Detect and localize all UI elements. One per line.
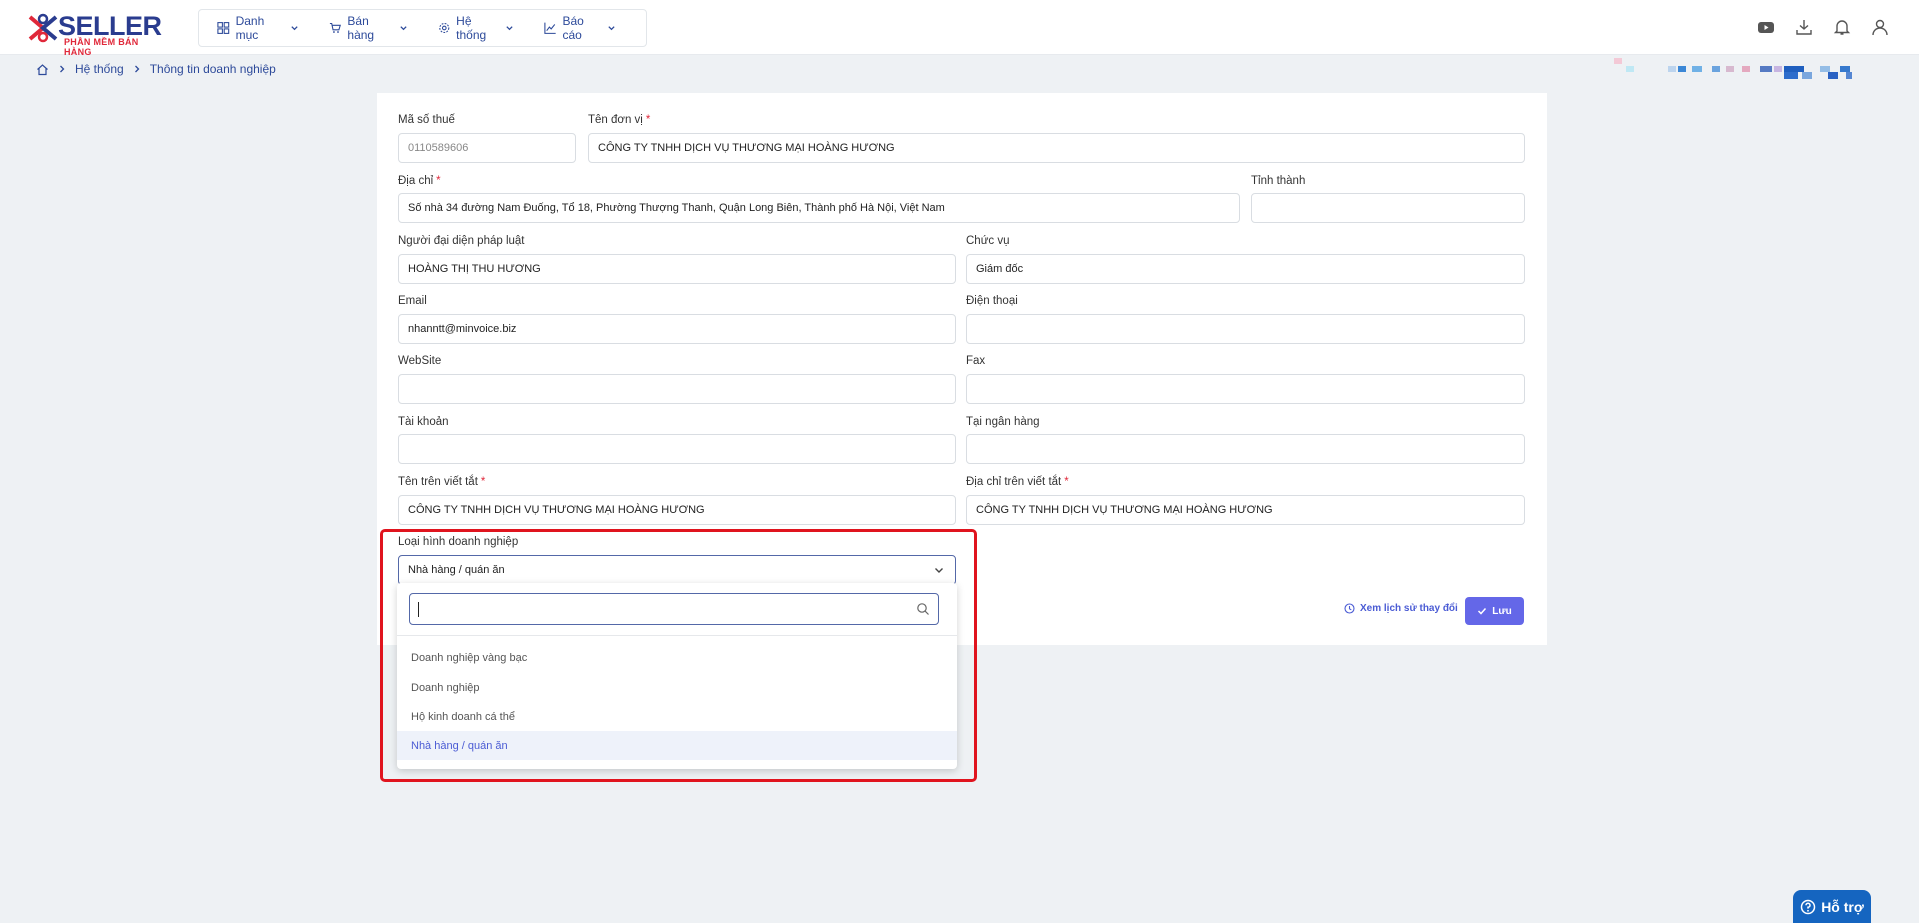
download-icon[interactable] xyxy=(1795,18,1813,36)
view-history-label: Xem lịch sử thay đổi xyxy=(1360,603,1458,614)
legal-rep-label: Người đại diện pháp luật xyxy=(398,235,525,247)
short-name-input[interactable]: CÔNG TY TNHH DỊCH VỤ THƯƠNG MẠI HOÀNG HƯ… xyxy=(398,495,956,525)
fax-label: Fax xyxy=(966,355,986,367)
home-icon[interactable] xyxy=(36,63,49,76)
help-button[interactable]: Hỗ trợ xyxy=(1793,890,1871,923)
check-icon xyxy=(1478,607,1487,615)
legal-rep-input[interactable]: HOÀNG THỊ THU HƯƠNG xyxy=(398,254,956,284)
gear-icon xyxy=(438,22,449,34)
website-label: WebSite xyxy=(398,355,442,367)
menu-label: Báo cáo xyxy=(562,14,584,42)
logo-tagline: PHẦN MỀM BÁN HÀNG xyxy=(64,37,139,57)
bank-label: Tại ngân hàng xyxy=(966,416,1040,428)
tax-code-input[interactable]: 0110589606 xyxy=(398,133,576,163)
top-right-icons xyxy=(1757,18,1889,36)
account-input[interactable] xyxy=(398,434,956,464)
chevron-down-icon xyxy=(291,26,298,31)
website-input[interactable] xyxy=(398,374,956,404)
province-label: Tỉnh thành xyxy=(1251,175,1306,187)
short-address-label: Địa chỉ trên viết tắt * xyxy=(966,476,1069,488)
main-menu: Danh mục Bán hàng Hệ thống Báo cáo xyxy=(198,9,647,47)
breadcrumb-item[interactable]: Hệ thống xyxy=(75,62,124,76)
menu-label: Hệ thống xyxy=(456,14,487,42)
unit-name-input[interactable]: CÔNG TY TNHH DỊCH VỤ THƯƠNG MẠI HOÀNG HƯ… xyxy=(588,133,1525,163)
cart-icon xyxy=(329,22,341,33)
menu-label: Danh mục xyxy=(235,14,265,42)
menu-danh-muc[interactable]: Danh mục xyxy=(217,14,299,42)
tax-code-label: Mã số thuế xyxy=(398,114,455,126)
logo[interactable]: SELLER PHẦN MỀM BÁN HÀNG xyxy=(26,9,166,57)
chevron-right-icon xyxy=(60,65,65,73)
short-address-input[interactable]: CÔNG TY TNHH DỊCH VỤ THƯƠNG MẠI HOÀNG HƯ… xyxy=(966,495,1525,525)
menu-label: Bán hàng xyxy=(347,14,375,42)
pixelated-region xyxy=(1596,56,1916,86)
email-label: Email xyxy=(398,295,427,307)
grid-icon xyxy=(217,22,230,34)
email-input[interactable]: nhanntt@minvoice.biz xyxy=(398,314,956,344)
breadcrumb: Hệ thống Thông tin doanh nghiệp xyxy=(36,62,276,76)
chevron-right-icon xyxy=(134,65,140,73)
bank-input[interactable] xyxy=(966,434,1525,464)
logo-mark-icon xyxy=(28,13,58,43)
chevron-down-icon xyxy=(608,26,615,31)
unit-name-label: Tên đơn vị * xyxy=(588,114,651,126)
address-label: Địa chỉ * xyxy=(398,175,441,187)
province-input[interactable] xyxy=(1251,193,1525,223)
top-bar: SELLER PHẦN MỀM BÁN HÀNG Danh mục Bán hà… xyxy=(0,0,1919,57)
phone-input[interactable] xyxy=(966,314,1525,344)
account-label: Tài khoản xyxy=(398,416,449,428)
question-icon xyxy=(1800,899,1816,914)
save-label: Lưu xyxy=(1492,605,1512,617)
save-button[interactable]: Lưu xyxy=(1465,597,1524,625)
chevron-down-icon xyxy=(399,26,407,31)
fax-input[interactable] xyxy=(966,374,1525,404)
menu-bao-cao[interactable]: Báo cáo xyxy=(544,14,616,42)
breadcrumb-item-current[interactable]: Thông tin doanh nghiệp xyxy=(150,62,276,76)
short-name-label: Tên trên viết tắt * xyxy=(398,476,486,488)
user-icon[interactable] xyxy=(1871,18,1889,36)
position-input[interactable]: Giám đốc xyxy=(966,254,1525,284)
menu-ban-hang[interactable]: Bán hàng xyxy=(329,14,408,42)
highlight-box xyxy=(380,529,977,782)
bell-icon[interactable] xyxy=(1833,18,1851,36)
clock-icon xyxy=(1344,603,1355,614)
address-input[interactable]: Số nhà 34 đường Nam Đuống, Tổ 18, Phường… xyxy=(398,193,1240,223)
help-label: Hỗ trợ xyxy=(1821,898,1864,915)
view-history-link[interactable]: Xem lịch sử thay đổi xyxy=(1344,603,1458,614)
youtube-icon[interactable] xyxy=(1757,18,1775,36)
chart-icon xyxy=(544,22,556,34)
position-label: Chức vụ xyxy=(966,235,1010,247)
chevron-down-icon xyxy=(506,26,513,31)
phone-label: Điện thoại xyxy=(966,295,1018,307)
menu-he-thong[interactable]: Hệ thống xyxy=(438,14,514,42)
